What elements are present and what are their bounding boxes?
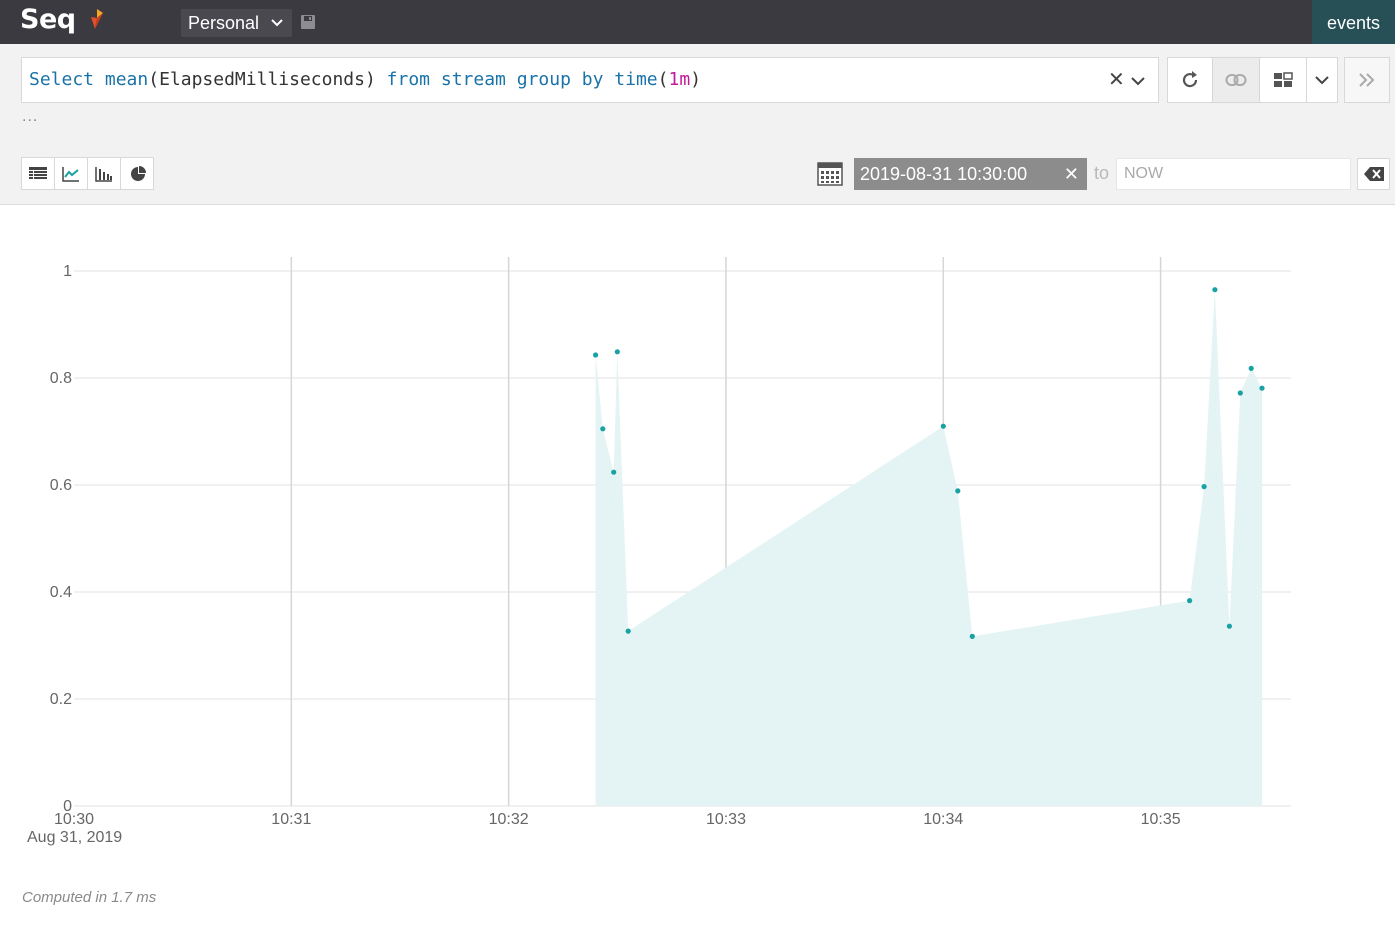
query-token: 1m [668,69,691,90]
query-text[interactable]: Select mean(ElapsedMilliseconds) from st… [29,69,701,90]
query-token: ( [657,69,669,90]
data-point [1248,365,1254,371]
x-tick-label: 10:32 [489,811,529,828]
query-token: (ElapsedMilliseconds) [148,69,387,90]
seq-logo-mark-icon [91,9,103,29]
collapse-sidebar-button[interactable] [1344,57,1390,103]
clear-query-icon[interactable]: ✕ [1108,67,1125,92]
x-tick-label: 10:30 [54,811,94,828]
query-token: ) [690,69,702,90]
pie-chart-icon [130,165,146,181]
data-point [593,352,599,358]
bar-chart-icon [95,166,112,182]
save-icon[interactable] [300,14,316,30]
query-token: group [516,69,571,90]
query-token [571,69,582,90]
dashboard-menu-button[interactable] [1306,57,1338,103]
refresh-icon [1182,71,1198,88]
data-point [940,423,946,429]
double-chevron-right-icon [1359,73,1375,87]
x-tick-label: 10:31 [271,811,311,828]
query-input[interactable]: Select mean(ElapsedMilliseconds) from st… [21,57,1159,103]
query-token [94,69,105,90]
chevron-down-icon [1315,76,1329,85]
data-point [600,426,606,432]
query-token: from [386,69,431,90]
clear-from-icon[interactable]: ✕ [1064,158,1079,190]
calendar-icon[interactable] [817,161,843,186]
data-point [1237,390,1243,396]
data-point [1187,598,1193,604]
link-icon [1225,74,1247,86]
series-area [595,289,1263,806]
data-point [969,633,975,639]
add-to-dashboard-button[interactable] [1259,57,1307,103]
range-to-label: to [1094,163,1110,183]
x-tick-label: 10:35 [1141,811,1181,828]
y-tick-label: 0.4 [50,584,72,601]
data-point [955,488,961,494]
bar-chart-view-button[interactable] [88,158,121,189]
query-band: Select mean(ElapsedMilliseconds) from st… [0,44,1395,205]
query-token: Select [29,69,95,90]
area-chart: 00.20.40.60.8110:30 10:31 10:32 10:33 10:34 1… [50,257,1291,828]
table-icon [29,166,47,179]
chevron-down-icon[interactable] [1130,72,1146,90]
x-axis-start-date: Aug 31, 2019 [27,829,123,846]
data-point [625,628,631,634]
computed-time: Computed in 1.7 ms [22,889,157,906]
y-tick-label: 0.2 [50,691,72,708]
workspace-select[interactable]: Personal [181,9,292,37]
x-tick-label: 10:33 [706,811,746,828]
query-token: mean [104,69,149,90]
x-tick-label: 10:34 [923,811,963,828]
query-token: stream [440,69,506,90]
y-tick-label: 0.8 [50,370,72,387]
data-point [1201,484,1207,490]
query-token [430,69,441,90]
query-more-indicator[interactable]: ... [22,108,38,126]
line-chart-icon [62,166,79,182]
range-from-value: 2019-08-31 10:30:00 [860,164,1028,184]
pie-chart-view-button[interactable] [121,158,154,189]
chevron-down-icon [271,19,283,27]
y-tick-label: 0.6 [50,477,72,494]
query-token: time [614,69,658,90]
data-point [1226,623,1232,629]
data-point [1212,287,1218,293]
link-button[interactable] [1212,57,1260,103]
query-token [506,69,517,90]
query-token [603,69,614,90]
refresh-button[interactable] [1167,57,1213,103]
top-bar: Seq Personal events [0,0,1395,44]
seq-logo[interactable]: Seq [20,4,76,35]
table-view-button[interactable] [22,158,55,189]
view-mode-group [21,157,154,190]
backspace-icon [1363,167,1384,181]
workspace-label: Personal [188,13,260,33]
range-to-field[interactable]: NOW [1116,158,1351,190]
dashboard-icon [1274,72,1293,87]
query-token: by [581,69,604,90]
data-point [1259,385,1265,391]
data-point [611,469,617,475]
data-point [614,349,620,355]
range-from-field[interactable]: 2019-08-31 10:30:00 ✕ [854,158,1087,190]
events-tab[interactable]: events [1312,0,1395,44]
y-tick-label: 1 [63,263,72,280]
clear-range-button[interactable] [1357,158,1390,190]
line-chart-view-button[interactable] [55,158,88,189]
